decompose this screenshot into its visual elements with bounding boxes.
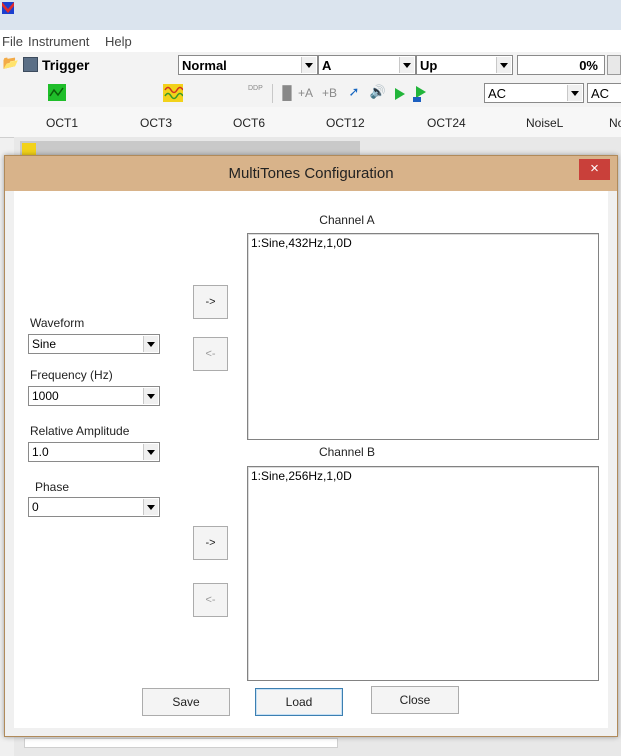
instrument-toolbar: DDP █ +A +B ➚ 🔊 AC AC [0,80,621,108]
octave-button-oct12[interactable]: OCT12 [326,116,365,130]
list-item[interactable]: 1:Sine,432Hz,1,0D [251,236,352,250]
open-folder-icon[interactable]: 📂 [2,55,20,71]
phase-select[interactable]: 0 [28,497,160,517]
trigger-channel-select[interactable]: A [318,55,416,75]
menu-help[interactable]: Help [105,34,132,49]
remove-from-channel-a-button[interactable]: <- [193,337,228,371]
save-disk-icon[interactable] [23,57,38,72]
channel-a-list[interactable]: 1:Sine,432Hz,1,0D [247,233,599,440]
app-logo-icon [2,2,14,14]
octave-bar: OCT1 OCT3 OCT6 OCT12 OCT24 NoiseL No [0,107,621,138]
add-to-channel-b-button[interactable]: -> [193,526,228,560]
app-title-bar [0,0,621,30]
probe-icon[interactable]: ➚ [346,84,362,100]
dialog-content: Waveform Sine Frequency (Hz) 1000 Relati… [14,191,608,728]
coupling-a-select[interactable]: AC [484,83,584,103]
chevron-down-icon [399,57,414,73]
background-window-scrollbar [24,738,338,748]
channel-b-list[interactable]: 1:Sine,256Hz,1,0D [247,466,599,681]
octave-button-oct1[interactable]: OCT1 [46,116,78,130]
waveform-label: Waveform [30,316,85,330]
relative-amplitude-select[interactable]: 1.0 [28,442,160,462]
menu-instrument[interactable]: Instrument [28,34,89,49]
octave-button-oct3[interactable]: OCT3 [140,116,172,130]
close-button[interactable]: Close [371,686,459,714]
list-item[interactable]: 1:Sine,256Hz,1,0D [251,469,352,483]
coupling-b-select[interactable]: AC [587,83,621,103]
trigger-level-spinner[interactable] [607,55,621,75]
speaker-icon[interactable]: 🔊 [369,84,387,100]
octave-button-noisel[interactable]: NoiseL [526,116,563,130]
toolbar-separator [272,84,273,103]
multitone-icon[interactable] [163,84,184,102]
waveform-select[interactable]: Sine [28,334,160,354]
trigger-level-field[interactable]: 0% [517,55,605,75]
multitone-icon [22,143,36,155]
channel-a-icon[interactable]: +A [298,86,313,100]
close-icon[interactable]: × [579,159,610,180]
channel-b-icon[interactable]: +B [322,86,337,100]
dialog-title: MultiTones Configuration [228,165,394,182]
trigger-label: Trigger [42,57,90,73]
chevron-down-icon [143,499,158,515]
channel-b-title: Channel B [318,445,376,459]
printer-icon[interactable]: █ [279,85,295,101]
load-button[interactable]: Load [255,688,343,716]
chevron-down-icon [143,444,158,460]
multitones-dialog: MultiTones Configuration × Waveform Sine… [4,155,618,737]
frequency-label: Frequency (Hz) [30,368,113,382]
generator-badge-icon [413,97,421,102]
phase-label: Phase [35,480,70,494]
octave-button-oct24[interactable]: OCT24 [427,116,466,130]
octave-button-oct6[interactable]: OCT6 [233,116,265,130]
chevron-down-icon [496,57,511,73]
save-button[interactable]: Save [142,688,230,716]
trigger-slope-select[interactable]: Up [416,55,513,75]
chevron-down-icon [143,336,158,352]
trigger-toolbar: 📂 Trigger Normal A Up 0% [0,52,621,81]
play-icon[interactable] [395,88,405,100]
menu-file[interactable]: File [2,34,23,49]
chevron-down-icon [301,57,316,73]
relative-amplitude-label: Relative Amplitude [30,424,130,438]
chevron-down-icon [567,85,582,101]
menu-bar: File Instrument Help [0,30,621,52]
frequency-select[interactable]: 1000 [28,386,160,406]
dialog-title-bar[interactable]: MultiTones Configuration × [5,156,617,191]
channel-a-title: Channel A [319,213,375,227]
trigger-mode-select[interactable]: Normal [178,55,318,75]
octave-button-truncated[interactable]: No [609,116,621,130]
chevron-down-icon [143,388,158,404]
remove-from-channel-b-button[interactable]: <- [193,583,228,617]
ddp-icon[interactable]: DDP [248,85,263,93]
add-to-channel-a-button[interactable]: -> [193,285,228,319]
scope-icon[interactable] [48,84,66,101]
